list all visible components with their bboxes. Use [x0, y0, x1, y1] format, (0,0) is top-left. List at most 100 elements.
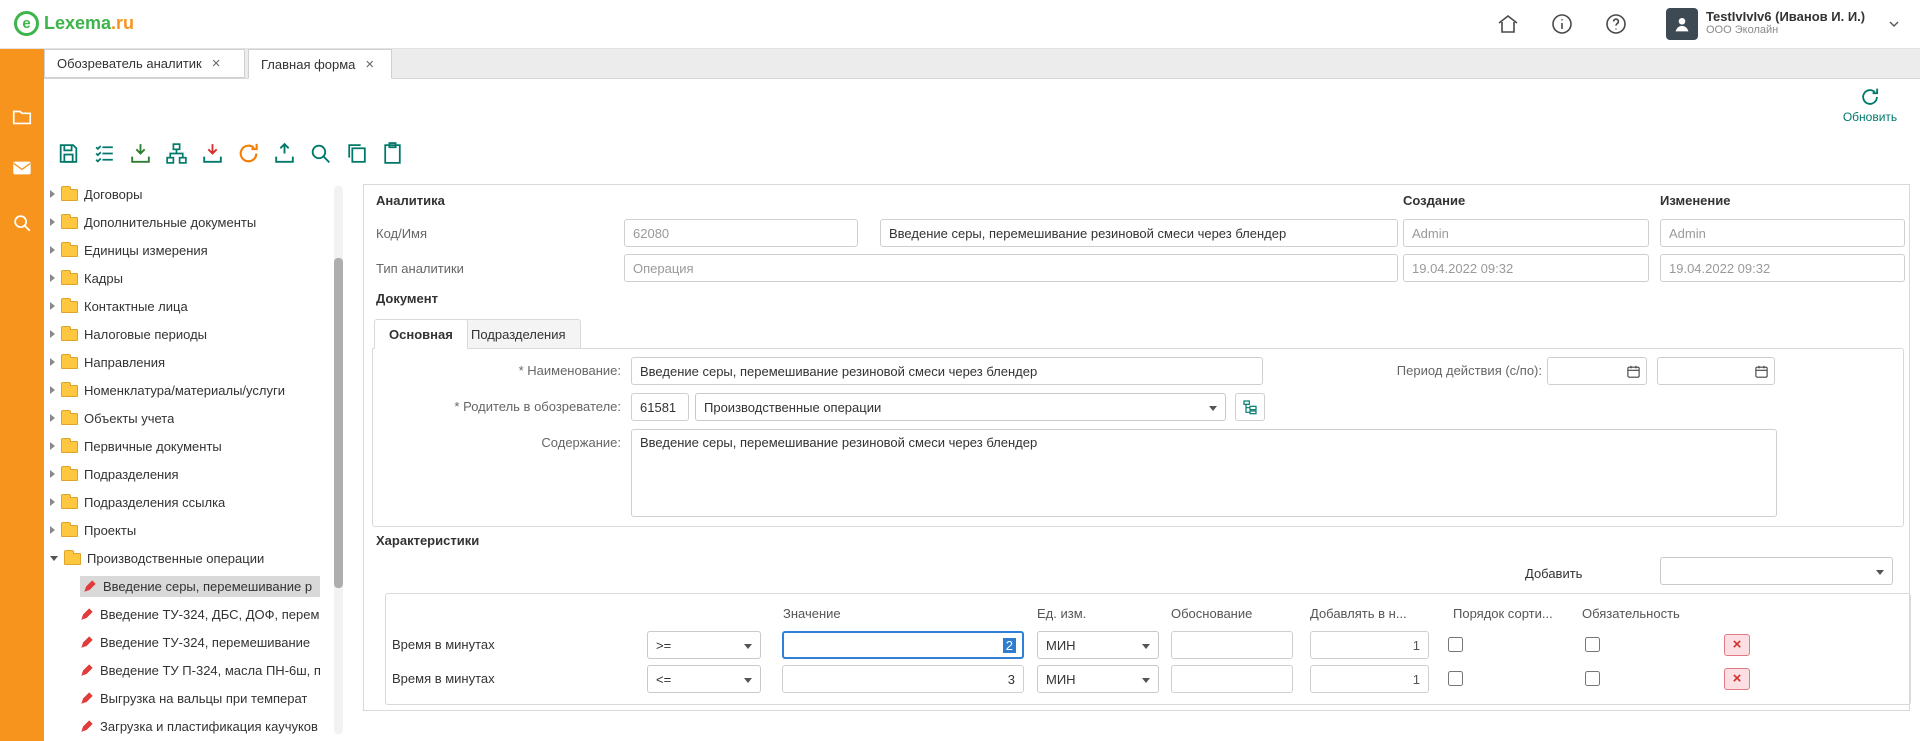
refresh-circle-icon[interactable] — [236, 141, 261, 166]
refresh-button[interactable]: Обновить — [1828, 86, 1912, 124]
operator-select[interactable]: >= — [647, 631, 761, 659]
expand-arrow-icon[interactable] — [50, 302, 55, 310]
code-name-label: Код/Имя — [376, 226, 427, 241]
justification-input[interactable] — [1171, 631, 1293, 659]
lexema-logo[interactable]: e Lexema.ru — [14, 11, 134, 36]
open-tree-picker-button[interactable] — [1235, 393, 1265, 421]
analytics-type-input[interactable] — [624, 254, 1398, 282]
tree-item-operation[interactable]: Введение серы, перемешивание р — [50, 572, 332, 600]
selected-tree-item[interactable]: Введение серы, перемешивание р — [80, 576, 320, 597]
analytics-name-input[interactable] — [880, 219, 1398, 247]
tree-folder-nomenklatura[interactable]: Номенклатура/материалы/услуги — [50, 376, 332, 404]
sort-order-checkbox[interactable] — [1448, 637, 1463, 652]
expand-arrow-icon[interactable] — [50, 274, 55, 282]
save-icon[interactable] — [56, 141, 81, 166]
delete-row-button[interactable]: × — [1724, 634, 1750, 656]
parent-select[interactable]: Производственные операции — [695, 393, 1226, 421]
tree-folder-proizvodstvennye-operatsii[interactable]: Производственные операции — [50, 544, 332, 572]
help-icon[interactable] — [1604, 12, 1628, 36]
user-avatar[interactable] — [1666, 8, 1698, 40]
tree-item-operation[interactable]: Введение ТУ-324, перемешивание — [50, 628, 332, 656]
tree-scrollbar-thumb[interactable] — [334, 258, 343, 588]
parent-code-input[interactable] — [631, 393, 689, 421]
import-icon[interactable] — [128, 141, 153, 166]
expand-arrow-icon[interactable] — [50, 442, 55, 450]
info-icon[interactable] — [1550, 12, 1574, 36]
analytics-tree: Договоры Дополнительные документы Единиц… — [50, 180, 332, 741]
add-characteristic-select[interactable] — [1660, 557, 1893, 585]
modified-date-input[interactable] — [1660, 254, 1905, 282]
operator-select[interactable]: <= — [647, 665, 761, 693]
expand-arrow-icon[interactable] — [50, 218, 55, 226]
value-input[interactable] — [782, 665, 1024, 693]
add-to-input[interactable] — [1310, 631, 1429, 659]
delete-row-button[interactable]: × — [1724, 668, 1750, 690]
user-menu[interactable]: TestIvIvIv6 (Иванов И. И.) ООО Эколайн — [1706, 9, 1865, 37]
unit-select[interactable]: МИН — [1037, 665, 1159, 693]
tree-folder-napravleniya[interactable]: Направления — [50, 348, 332, 376]
created-date-input[interactable] — [1403, 254, 1649, 282]
close-tab-icon[interactable]: × — [212, 56, 221, 71]
tree-item-operation[interactable]: Выгрузка на вальцы при температ — [50, 684, 332, 712]
user-menu-chevron-icon[interactable] — [1886, 16, 1902, 32]
expand-arrow-icon[interactable] — [50, 470, 55, 478]
upload-icon[interactable] — [272, 141, 297, 166]
tree-folder-proekty[interactable]: Проекты — [50, 516, 332, 544]
tree-folder-kontaktnye-litsa[interactable]: Контактные лица — [50, 292, 332, 320]
search-icon[interactable] — [308, 141, 333, 166]
close-tab-icon[interactable]: × — [365, 57, 374, 72]
tree-folder-kadry[interactable]: Кадры — [50, 264, 332, 292]
period-to-input[interactable] — [1657, 357, 1775, 385]
justification-input[interactable] — [1171, 665, 1293, 693]
collapse-arrow-icon[interactable] — [50, 556, 58, 561]
folder-icon — [61, 357, 78, 369]
export-icon[interactable] — [200, 141, 225, 166]
value-input-focused[interactable]: 2 — [782, 631, 1024, 659]
doc-tab-main[interactable]: Основная — [374, 319, 468, 349]
expand-arrow-icon[interactable] — [50, 246, 55, 254]
tree-folder-dogovory[interactable]: Договоры — [50, 180, 332, 208]
tree-folder-dop-dokumenty[interactable]: Дополнительные документы — [50, 208, 332, 236]
expand-arrow-icon[interactable] — [50, 414, 55, 422]
paste-icon[interactable] — [380, 141, 405, 166]
expand-arrow-icon[interactable] — [50, 526, 55, 534]
code-input[interactable] — [624, 219, 858, 247]
required-checkbox[interactable] — [1585, 671, 1600, 686]
content-textarea[interactable]: Введение серы, перемешивание резиновой с… — [631, 429, 1777, 517]
expand-arrow-icon[interactable] — [50, 330, 55, 338]
doc-tab-divisions[interactable]: Подразделения — [456, 319, 581, 349]
created-user-input[interactable] — [1403, 219, 1649, 247]
tree-folder-pervichnye-dokumenty[interactable]: Первичные документы — [50, 432, 332, 460]
tree-folder-edinitsy[interactable]: Единицы измерения — [50, 236, 332, 264]
expand-arrow-icon[interactable] — [50, 498, 55, 506]
tree-folder-podrazdeleniya-ssylka[interactable]: Подразделения ссылка — [50, 488, 332, 516]
modified-user-input[interactable] — [1660, 219, 1905, 247]
expand-arrow-icon[interactable] — [50, 190, 55, 198]
home-icon[interactable] — [1496, 12, 1520, 36]
tree-item-operation[interactable]: Введение ТУ П-324, масла ПН-6ш, п — [50, 656, 332, 684]
tree-scrollbar-track[interactable] — [334, 186, 343, 734]
tree-item-operation[interactable]: Загрузка и пластификация каучуков — [50, 712, 332, 740]
tree-item-operation[interactable]: Введение ТУ-324, ДБС, ДОФ, перем — [50, 600, 332, 628]
sort-order-checkbox[interactable] — [1448, 671, 1463, 686]
pencil-icon — [80, 635, 94, 649]
copy-icon[interactable] — [344, 141, 369, 166]
modified-column-title: Изменение — [1660, 193, 1730, 208]
required-checkbox[interactable] — [1585, 637, 1600, 652]
expand-arrow-icon[interactable] — [50, 358, 55, 366]
folder-nav-icon[interactable] — [11, 106, 33, 128]
mail-icon[interactable] — [11, 157, 33, 179]
tab-main-form[interactable]: Главная форма × — [248, 49, 392, 79]
tree-folder-podrazdeleniya[interactable]: Подразделения — [50, 460, 332, 488]
search-nav-icon[interactable] — [11, 212, 33, 234]
doc-name-input[interactable] — [631, 357, 1263, 385]
checklist-icon[interactable] — [92, 141, 117, 166]
add-to-input[interactable] — [1310, 665, 1429, 693]
tree-folder-obekty-ucheta[interactable]: Объекты учета — [50, 404, 332, 432]
tree-folder-nalogovye-periody[interactable]: Налоговые периоды — [50, 320, 332, 348]
period-from-input[interactable] — [1547, 357, 1647, 385]
tab-analytics-browser[interactable]: Обозреватель аналитик × — [44, 49, 245, 78]
unit-select[interactable]: МИН — [1037, 631, 1159, 659]
expand-arrow-icon[interactable] — [50, 386, 55, 394]
tree-structure-icon[interactable] — [164, 141, 189, 166]
